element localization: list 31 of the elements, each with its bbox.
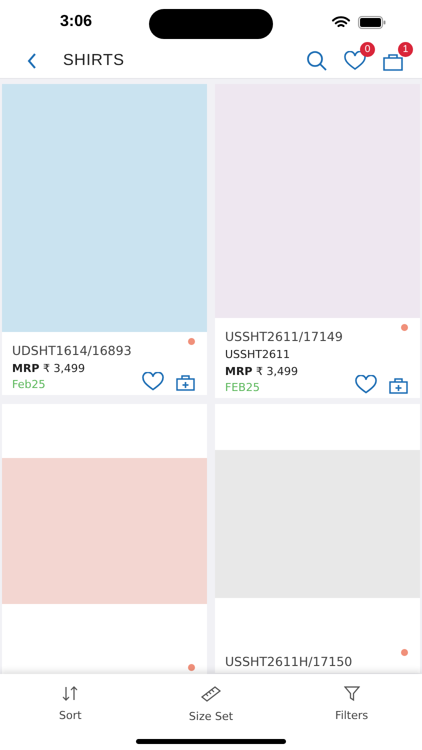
sort-icon bbox=[62, 686, 78, 701]
style-code: USSHT2611 bbox=[225, 348, 292, 361]
product-card[interactable]: USSHT2611H/17150 bbox=[215, 404, 420, 673]
filter-icon bbox=[344, 686, 360, 701]
battery-icon bbox=[358, 16, 386, 29]
ruler-icon bbox=[200, 686, 221, 702]
product-card[interactable]: UDSHT1614/16893 MRP ₹ 3,499 Feb25 bbox=[2, 84, 207, 395]
season-label: Feb25 bbox=[12, 378, 46, 391]
heart-icon[interactable] bbox=[142, 372, 164, 391]
price-text: MRP ₹ 3,499 bbox=[12, 362, 85, 375]
price-text: MRP ₹ 3,499 bbox=[225, 365, 298, 378]
add-to-bag-icon[interactable] bbox=[389, 377, 408, 394]
wishlist-count-badge: 0 bbox=[360, 42, 375, 57]
heart-icon[interactable] bbox=[355, 375, 377, 394]
size-button[interactable]: Size Set bbox=[186, 684, 236, 725]
bag-count-badge: 1 bbox=[398, 42, 413, 57]
back-icon[interactable] bbox=[27, 53, 37, 69]
add-to-bag-icon[interactable] bbox=[176, 374, 195, 391]
product-card[interactable]: USSHT2611/17149 USSHT2611 MRP ₹ 3,499 FEB25 bbox=[215, 84, 420, 398]
sort-button[interactable]: Sort bbox=[57, 684, 84, 724]
product-code: UDSHT1614/16893 bbox=[12, 343, 132, 358]
bag-icon[interactable] bbox=[382, 51, 404, 71]
search-icon[interactable] bbox=[306, 50, 328, 72]
wishlist-icon[interactable] bbox=[344, 51, 366, 71]
product-code: USSHT2611H/17150 bbox=[225, 654, 352, 669]
status-time: 3:06 bbox=[60, 13, 92, 31]
filter-button[interactable]: Filters bbox=[333, 684, 370, 724]
product-code: USSHT2611/17149 bbox=[225, 329, 343, 344]
season-label: FEB25 bbox=[225, 381, 261, 394]
page-title: SHIRTS bbox=[63, 52, 124, 70]
wifi-icon bbox=[332, 16, 350, 29]
